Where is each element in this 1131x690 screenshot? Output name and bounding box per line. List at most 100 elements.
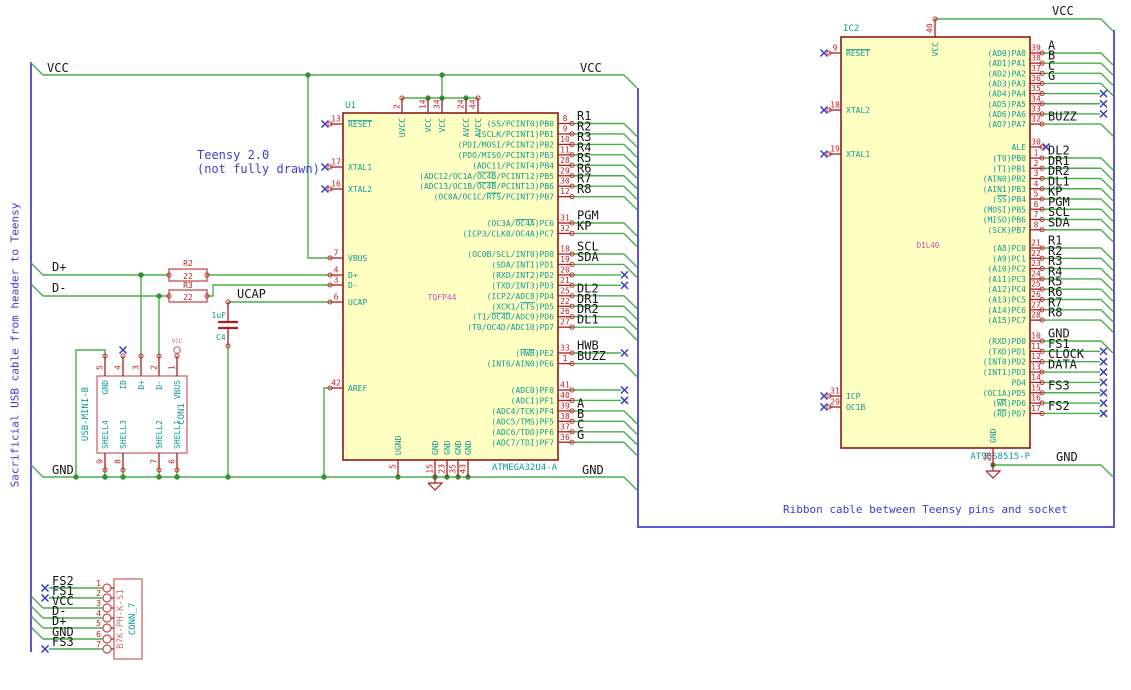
junction-dot — [439, 72, 445, 78]
bus-entry[interactable] — [1100, 52, 1114, 66]
pin-name: AREF — [348, 384, 367, 393]
bus-entry[interactable] — [1100, 188, 1114, 202]
comment-sacrificial-usb[interactable]: Sacrificial USB cable from header to Tee… — [9, 203, 22, 488]
dminus-label[interactable]: D- — [52, 281, 66, 295]
bus-entry[interactable] — [623, 123, 638, 137]
bus-entry[interactable] — [1100, 198, 1114, 212]
net-label[interactable]: SDA — [577, 250, 599, 264]
bus-entry[interactable] — [1100, 464, 1114, 478]
gnd-label[interactable]: GND — [1056, 450, 1078, 464]
bus-entry[interactable] — [623, 222, 638, 237]
bus-entry[interactable] — [623, 420, 638, 435]
bus-entry[interactable] — [30, 464, 44, 478]
bus-entry[interactable] — [1100, 268, 1114, 282]
net-label[interactable]: FS3 — [1048, 378, 1070, 392]
net-label[interactable]: BUZZ — [577, 349, 606, 363]
bus-entry[interactable] — [1100, 309, 1114, 323]
pin-name: ALE — [1012, 143, 1027, 152]
bus-entry[interactable] — [30, 262, 44, 276]
bus-entry[interactable] — [1100, 319, 1114, 333]
comment-ribbon-cable[interactable]: Ribbon cable between Teensy pins and soc… — [783, 503, 1068, 516]
pin-number: 24 — [457, 99, 466, 109]
bus-entry[interactable] — [623, 74, 638, 89]
bus-entry[interactable] — [1100, 157, 1114, 171]
net-label[interactable]: R8 — [1048, 306, 1062, 320]
resistor-r3[interactable]: R322 — [166, 281, 210, 303]
bus-entry[interactable] — [623, 476, 638, 491]
bus-entry[interactable] — [1100, 278, 1114, 292]
net-label[interactable]: DL1 — [577, 313, 599, 327]
bus-entry[interactable] — [623, 253, 638, 268]
bus-entry[interactable] — [1100, 167, 1114, 181]
ic-u1-atmega32u4[interactable]: U1ATMEGA32U4-ATQFP442UVCC14VCC34VCC24AVC… — [320, 95, 575, 477]
bus-entry[interactable] — [623, 232, 638, 247]
bus-entry[interactable] — [623, 185, 638, 200]
bus-entry[interactable] — [623, 316, 638, 331]
connector-con1-usb-mini-b[interactable]: 5 GND 4 ID 3 D+ 2 D- 1 VBUS 9 SHELL4 8 SHELL3 7 SHELL2 6… — [81, 345, 188, 473]
gnd-label[interactable]: GND — [582, 463, 604, 477]
net-label[interactable]: DATA — [1048, 358, 1078, 372]
net-label[interactable]: BUZZ — [1048, 110, 1077, 124]
net-label[interactable]: SDA — [1048, 215, 1070, 229]
bus-entry[interactable] — [30, 626, 44, 640]
dplus-label[interactable]: D+ — [52, 260, 66, 274]
bus-entry[interactable] — [1100, 123, 1114, 137]
pin-name: ID — [119, 380, 128, 390]
bus-entry[interactable] — [623, 164, 638, 179]
ucap-label[interactable]: UCAP — [237, 287, 266, 301]
bus-entry[interactable] — [1100, 299, 1114, 312]
bus-entry[interactable] — [623, 154, 638, 169]
net-label[interactable]: R8 — [577, 182, 591, 196]
bus-entry[interactable] — [30, 615, 44, 629]
bus-entry[interactable] — [30, 595, 44, 609]
bus-entry[interactable] — [1100, 288, 1114, 302]
comment-teensy[interactable]: Teensy 2.0 (not fully drawn) — [197, 148, 320, 176]
bus-entry[interactable] — [623, 295, 638, 310]
net-label[interactable]: G — [577, 428, 584, 442]
bus-entry[interactable] — [1100, 72, 1114, 86]
bus-entry[interactable] — [1100, 62, 1114, 76]
bus-entry[interactable] — [623, 143, 638, 158]
net-label[interactable]: FS2 — [1048, 399, 1070, 413]
bus-entry[interactable] — [1100, 229, 1114, 243]
bus-entry[interactable] — [623, 305, 638, 320]
vcc-label[interactable]: VCC — [47, 61, 69, 75]
bus-entry[interactable] — [623, 326, 638, 341]
bus-entry[interactable] — [623, 196, 638, 211]
bus-entry[interactable] — [623, 410, 638, 425]
bus-entry[interactable] — [623, 363, 638, 378]
bus-entry[interactable] — [30, 605, 44, 619]
aref-wire[interactable] — [323, 387, 330, 477]
resistor-r2[interactable]: R222 — [166, 259, 210, 282]
bus-entry[interactable] — [623, 133, 638, 148]
bus-entry[interactable] — [1100, 18, 1114, 32]
net-label[interactable]: KP — [577, 219, 591, 233]
connector-conn7[interactable]: 12345 67 B7K-PH-K-S1 CONN_7 — [96, 578, 143, 660]
pin-name: (T0/OC4D/ADC10)PD7 — [467, 323, 554, 332]
bus-entry[interactable] — [30, 62, 44, 76]
pin-name: PD4 — [1012, 378, 1027, 387]
bus-entry[interactable] — [1100, 178, 1114, 191]
pin-number: 40 — [926, 23, 935, 33]
bus-entry[interactable] — [1100, 257, 1114, 271]
bus-entry[interactable] — [1100, 219, 1114, 232]
vcc-label[interactable]: VCC — [1052, 4, 1074, 18]
capacitor-c4[interactable]: 1uF C4 — [212, 299, 238, 349]
pin-number: 11 — [1031, 342, 1041, 351]
net-label[interactable]: FS3 — [52, 635, 74, 649]
bus-entry[interactable] — [623, 431, 638, 446]
bus-entry[interactable] — [623, 175, 638, 190]
pin-number: 8 — [1034, 220, 1039, 229]
net-label[interactable]: G — [1048, 69, 1055, 83]
bus-entry[interactable] — [30, 283, 44, 297]
vcc-label[interactable]: VCC — [580, 61, 602, 75]
bus-entry[interactable] — [1100, 208, 1114, 222]
capacitor-value: 1uF — [212, 311, 227, 320]
bus-entry[interactable] — [1100, 247, 1114, 261]
pin-number: 38 — [1031, 54, 1041, 63]
wire[interactable] — [207, 284, 330, 297]
gnd-label[interactable]: GND — [52, 463, 74, 477]
bus-entry[interactable] — [623, 441, 638, 456]
ic-ic2-at90s8515[interactable]: IC2AT90S8515-PDIL4040VCC20GND9RESET18XTA… — [819, 16, 1045, 465]
pin-name: (AIN0)PB2 — [983, 175, 1027, 184]
